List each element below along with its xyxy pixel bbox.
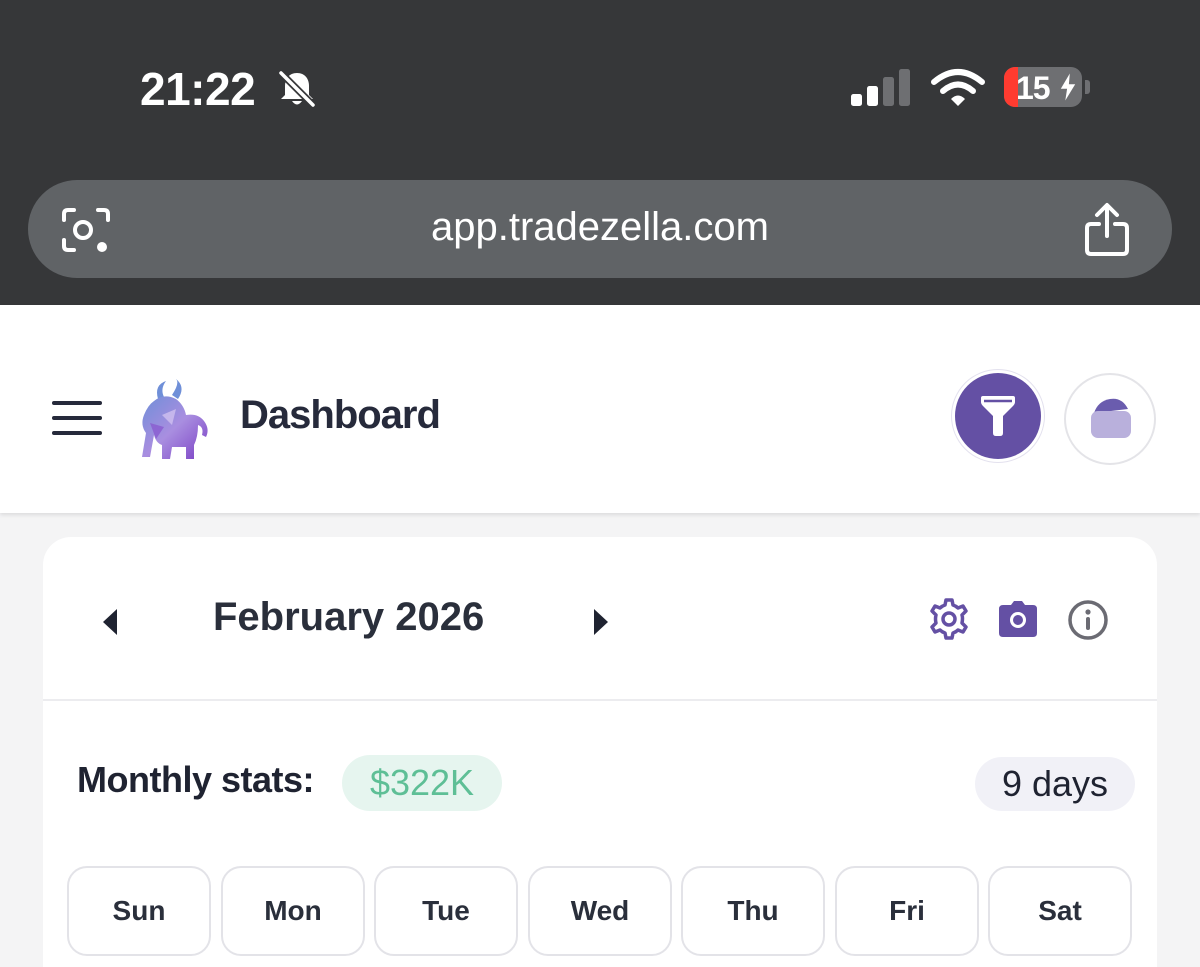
wifi-icon (931, 69, 985, 106)
battery-indicator: 15 (1004, 67, 1090, 109)
chevron-right-icon[interactable] (588, 607, 612, 637)
weekday-sat: Sat (988, 866, 1132, 956)
url-text[interactable]: app.tradezella.com (28, 205, 1172, 250)
filter-icon (981, 396, 1015, 436)
hamburger-menu-icon[interactable] (52, 400, 102, 436)
bell-slash-icon (277, 69, 317, 109)
browser-chrome: 21:22 15 app.tradezella.com (0, 0, 1200, 305)
account-button[interactable] (1064, 373, 1156, 465)
gear-icon[interactable] (927, 597, 971, 641)
calendar-card: February 2026 Monthly stats: $322K 9 day… (43, 537, 1157, 967)
battery-percent: 15 (1016, 70, 1051, 106)
battery-body: 15 (1004, 67, 1082, 107)
cellular-signal-icon (851, 69, 910, 106)
monthly-pnl-badge: $322K (342, 755, 502, 811)
weekday-thu: Thu (681, 866, 825, 956)
address-bar[interactable]: app.tradezella.com (28, 180, 1172, 278)
charging-bolt-icon (1060, 73, 1076, 101)
weekday-tue: Tue (374, 866, 518, 956)
camera-icon[interactable] (997, 599, 1039, 639)
bull-logo[interactable] (136, 379, 212, 461)
battery-tip (1085, 80, 1090, 94)
weekday-fri: Fri (835, 866, 979, 956)
card-divider (43, 699, 1157, 701)
wallet-icon (1091, 398, 1131, 438)
month-title: February 2026 (213, 595, 485, 639)
info-icon[interactable] (1067, 599, 1109, 641)
weekday-mon: Mon (221, 866, 365, 956)
trading-days-badge: 9 days (975, 757, 1135, 811)
chevron-left-icon[interactable] (99, 607, 123, 637)
share-icon[interactable] (1082, 202, 1132, 258)
weekday-header-row: Sun Mon Tue Wed Thu Fri Sat (67, 866, 1133, 956)
status-time: 21:22 (140, 63, 256, 115)
weekday-sun: Sun (67, 866, 211, 956)
page-title: Dashboard (240, 393, 441, 437)
monthly-stats-label: Monthly stats: (77, 759, 315, 800)
filter-button[interactable] (955, 373, 1041, 459)
app-header: Dashboard (0, 305, 1200, 513)
weekday-wed: Wed (528, 866, 672, 956)
